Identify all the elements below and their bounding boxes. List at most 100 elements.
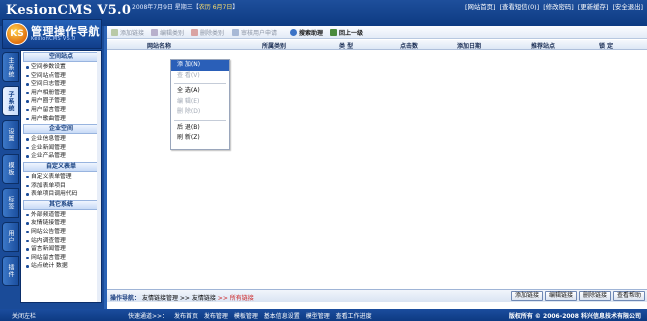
add-link-tool[interactable]: 添加链接 (111, 28, 144, 37)
ctx-view[interactable]: 查 看(V) (171, 71, 229, 82)
menu-item[interactable]: 外部频道管理 (21, 211, 101, 220)
sidebar-logo: KS 管理操作导航 KesionCMS V5.0 (2, 19, 102, 49)
breadcrumb-label: 操作导航： (110, 295, 141, 302)
breadcrumb-item[interactable]: 友情链接 (192, 295, 216, 302)
quick-link[interactable]: 发布管理 (204, 313, 228, 320)
ctx-edit[interactable]: 编 辑(E) (171, 97, 229, 108)
col-add-date[interactable]: 添加日期 (457, 41, 481, 50)
menu-item[interactable]: 用户相册管理 (21, 89, 101, 98)
link-messages[interactable]: [查看短信(0)] (500, 3, 540, 11)
ctx-select-all[interactable]: 全 选(A) (171, 86, 229, 97)
go-up-tool[interactable]: 回上一级 (330, 28, 363, 37)
back-icon (330, 29, 337, 36)
edit-link-button[interactable]: 编辑链接 (544, 291, 577, 301)
menu-item[interactable]: 网站留言管理 (21, 254, 101, 263)
verify-icon (232, 29, 239, 36)
link-update-cache[interactable]: [更新缓存] (578, 3, 609, 11)
delete-icon (191, 29, 198, 36)
tab-sub-system[interactable]: 子系统 (2, 86, 19, 116)
menu-item[interactable]: 友情链接管理 (21, 219, 101, 228)
menu-item[interactable]: 表单项目调用代码 (21, 190, 101, 199)
quick-link[interactable]: 发布首页 (174, 313, 198, 320)
logo-subtitle: KesionCMS V5.0 (31, 36, 76, 42)
col-category[interactable]: 所属类别 (262, 41, 286, 50)
menu-item[interactable]: 空间参数设置 (21, 63, 101, 72)
menu-item[interactable]: 企业产品管理 (21, 152, 101, 161)
quick-label: 快速通道>>： (128, 313, 169, 320)
toolbar: 添加链接 编辑类别 删除类别 审核用户申请 搜索助理 回上一级 (107, 26, 647, 39)
link-home[interactable]: [网站首页] (465, 3, 496, 11)
menu-group-title[interactable]: 其它系统 (23, 199, 99, 210)
menu-item[interactable]: 企业信息管理 (21, 135, 101, 144)
current-date: 2008年7月9日 星期三【农历 6月7日】 (132, 4, 239, 11)
menu-divider (174, 83, 226, 84)
app-frame: KesionCMS V5.0 2008年7月9日 星期三【农历 6月7日】 [网… (0, 0, 647, 321)
breadcrumb-item[interactable]: 友情链接管理 (142, 295, 178, 302)
breadcrumb: 操作导航： 友情链接管理 >> 友情链接 >> 所有链接 (110, 295, 254, 302)
col-type[interactable]: 类 型 (339, 41, 353, 50)
menu-item[interactable]: 留言新闻管理 (21, 245, 101, 254)
quick-link[interactable]: 模板管理 (234, 313, 258, 320)
menu-item[interactable]: 自定义表单管理 (21, 173, 101, 182)
tab-templates[interactable]: 模板 (2, 154, 19, 184)
menu-item[interactable]: 站内调查管理 (21, 237, 101, 246)
lunar-date: 农历 6月7日 (198, 4, 233, 11)
menu-item[interactable]: 添加表单项目 (21, 182, 101, 191)
breadcrumb-current: 所有链接 (229, 295, 254, 302)
menu-item[interactable]: 空间日志管理 (21, 80, 101, 89)
quick-links: 快速通道>>： 发布首页 发布管理 模板管理 基本信息设置 模型管理 查看工作进… (128, 311, 376, 320)
menu-group-title[interactable]: 企业空间 (23, 124, 99, 135)
delete-category-tool[interactable]: 删除类别 (191, 28, 224, 37)
bottom-bar: 操作导航： 友情链接管理 >> 友情链接 >> 所有链接 添加链接 编辑链接 删… (107, 289, 647, 302)
ctx-delete[interactable]: 删 除(D) (171, 107, 229, 118)
search-assistant-tool[interactable]: 搜索助理 (290, 28, 323, 37)
menu-item[interactable]: 网站公告管理 (21, 228, 101, 237)
col-recommended[interactable]: 推荐站点 (531, 41, 555, 50)
close-sidebar-link[interactable]: 关闭左栏 (12, 311, 36, 320)
ctx-refresh[interactable]: 刷 新(Z) (171, 133, 229, 144)
menu-scrollbar[interactable] (97, 51, 101, 302)
delete-link-button[interactable]: 删除链接 (578, 291, 611, 301)
menu-item[interactable]: 用户留言管理 (21, 106, 101, 115)
verify-requests-tool[interactable]: 审核用户申请 (232, 28, 277, 37)
menu-group-title[interactable]: 自定义表单 (23, 161, 99, 172)
menu-group-title[interactable]: 空间站点 (23, 52, 99, 62)
edit-icon (151, 29, 158, 36)
ctx-add[interactable]: 添 加(N) (171, 60, 229, 71)
sidebar-tabs: 主系统 子系统 设置 模板 标签 用户 插件 (2, 52, 19, 290)
link-change-password[interactable]: [修改密码] (543, 3, 574, 11)
search-icon (290, 29, 297, 36)
menu-item[interactable]: 用户歌曲管理 (21, 115, 101, 124)
tab-users[interactable]: 用户 (2, 222, 19, 252)
add-link-button[interactable]: 添加链接 (510, 291, 543, 301)
add-icon (111, 29, 118, 36)
logo-badge-icon: KS (6, 23, 28, 45)
action-buttons: 添加链接 编辑链接 删除链接 查看帮助 (510, 291, 645, 301)
link-logout[interactable]: [安全退出] (612, 3, 643, 11)
edit-category-tool[interactable]: 编辑类别 (151, 28, 184, 37)
help-button[interactable]: 查看帮助 (612, 291, 645, 301)
ctx-back[interactable]: 后 退(B) (171, 123, 229, 134)
tab-labels[interactable]: 标签 (2, 188, 19, 218)
app-brand: KesionCMS V5.0 (6, 3, 132, 18)
menu-item[interactable]: 空间站点管理 (21, 72, 101, 81)
context-menu: 添 加(N) 查 看(V) 全 选(A) 编 辑(E) 删 除(D) 后 退(B… (170, 59, 230, 150)
quick-link[interactable]: 基本信息设置 (264, 313, 300, 320)
col-locked[interactable]: 锁 定 (599, 41, 613, 50)
sidebar-menu: 空间站点 空间参数设置 空间站点管理 空间日志管理 用户相册管理 用户圈子管理 … (20, 50, 102, 303)
quick-link[interactable]: 查看工作进度 (336, 313, 372, 320)
menu-item[interactable]: 站点统计 数据 (21, 262, 101, 271)
tab-settings[interactable]: 设置 (2, 120, 19, 150)
menu-item[interactable]: 企业新闻管理 (21, 144, 101, 153)
table-header: 网站名称 所属类别 类 型 点击数 添加日期 推荐站点 锁 定 (107, 40, 647, 50)
tab-main-system[interactable]: 主系统 (2, 52, 19, 82)
col-clicks[interactable]: 点击数 (400, 41, 418, 50)
footer-bar: 关闭左栏 快速通道>>： 发布首页 发布管理 模板管理 基本信息设置 模型管理 … (0, 309, 647, 321)
menu-divider (174, 119, 226, 121)
quick-link[interactable]: 模型管理 (306, 313, 330, 320)
header-links: [网站首页] [查看短信(0)] [修改密码] [更新缓存] [安全退出] (463, 2, 643, 11)
copyright: 版权所有 © 2006-2008 科兴信息技术有限公司 (508, 313, 641, 320)
menu-item[interactable]: 用户圈子管理 (21, 97, 101, 106)
tab-plugins[interactable]: 插件 (2, 256, 19, 286)
col-site-name[interactable]: 网站名称 (147, 41, 171, 50)
